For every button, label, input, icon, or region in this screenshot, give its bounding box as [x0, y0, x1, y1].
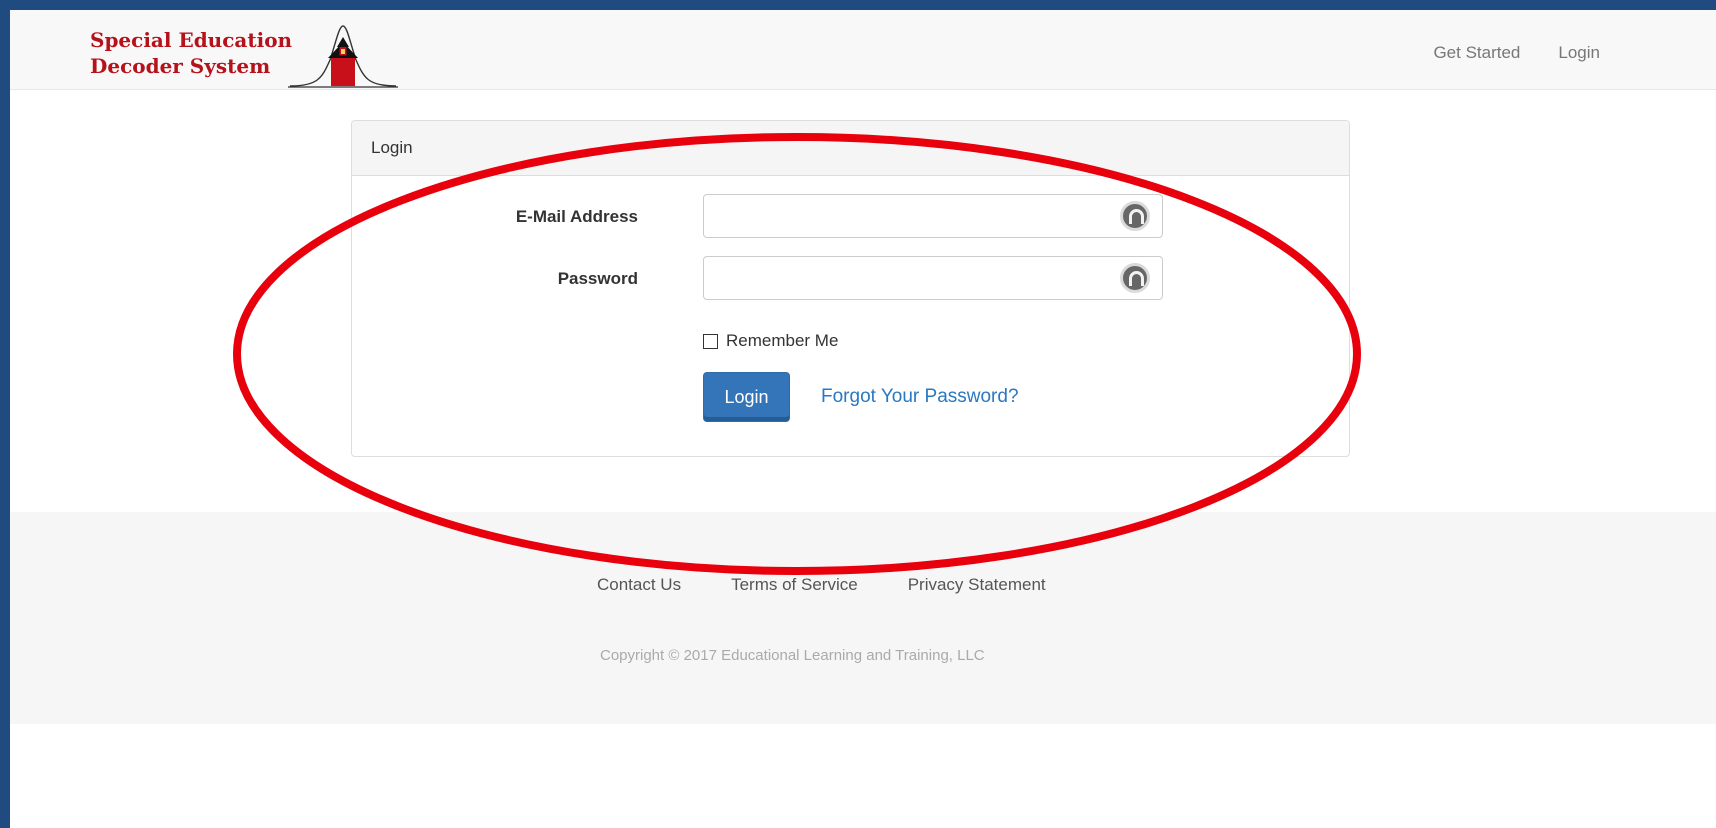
password-label: Password — [557, 269, 638, 288]
nav-links: Get Started Login — [1433, 43, 1600, 63]
password-field[interactable] — [704, 257, 1128, 297]
login-panel-heading: Login — [352, 121, 1349, 176]
password-manager-icon[interactable] — [1120, 201, 1150, 231]
nav-get-started-link[interactable]: Get Started — [1433, 43, 1520, 63]
footer-links: Contact Us Terms of Service Privacy Stat… — [597, 575, 1046, 595]
nav-login-link[interactable]: Login — [1558, 43, 1600, 63]
brand-title[interactable]: Special Education Decoder System — [90, 27, 292, 79]
brand-title-line1: Special Education — [90, 28, 293, 52]
footer: Contact Us Terms of Service Privacy Stat… — [10, 512, 1716, 724]
remember-me-label[interactable]: Remember Me — [726, 331, 838, 351]
navbar: Special Education Decoder System Get Sta… — [10, 10, 1716, 90]
email-label: E-Mail Address — [515, 207, 638, 226]
login-button[interactable]: Login — [703, 372, 790, 422]
copyright: Copyright © 2017 Educational Learning an… — [600, 647, 985, 664]
page: Special Education Decoder System Get Sta… — [10, 10, 1716, 828]
remember-me: Remember Me — [703, 331, 838, 351]
schoolhouse-logo-icon — [288, 25, 398, 88]
email-field[interactable] — [704, 195, 1128, 235]
brand-title-line2: Decoder System — [90, 54, 271, 78]
forgot-password-link[interactable]: Forgot Your Password? — [821, 386, 1019, 408]
remember-me-checkbox[interactable] — [703, 333, 718, 349]
footer-contact-us-link[interactable]: Contact Us — [597, 575, 681, 595]
footer-privacy-link[interactable]: Privacy Statement — [908, 575, 1046, 595]
footer-terms-link[interactable]: Terms of Service — [731, 575, 858, 595]
login-panel: Login E-Mail Address Password Remember M… — [351, 120, 1350, 457]
email-field-wrapper — [703, 194, 1163, 238]
brand[interactable]: Special Education Decoder System — [90, 20, 398, 90]
password-field-wrapper — [703, 256, 1163, 300]
password-manager-icon[interactable] — [1120, 263, 1150, 293]
